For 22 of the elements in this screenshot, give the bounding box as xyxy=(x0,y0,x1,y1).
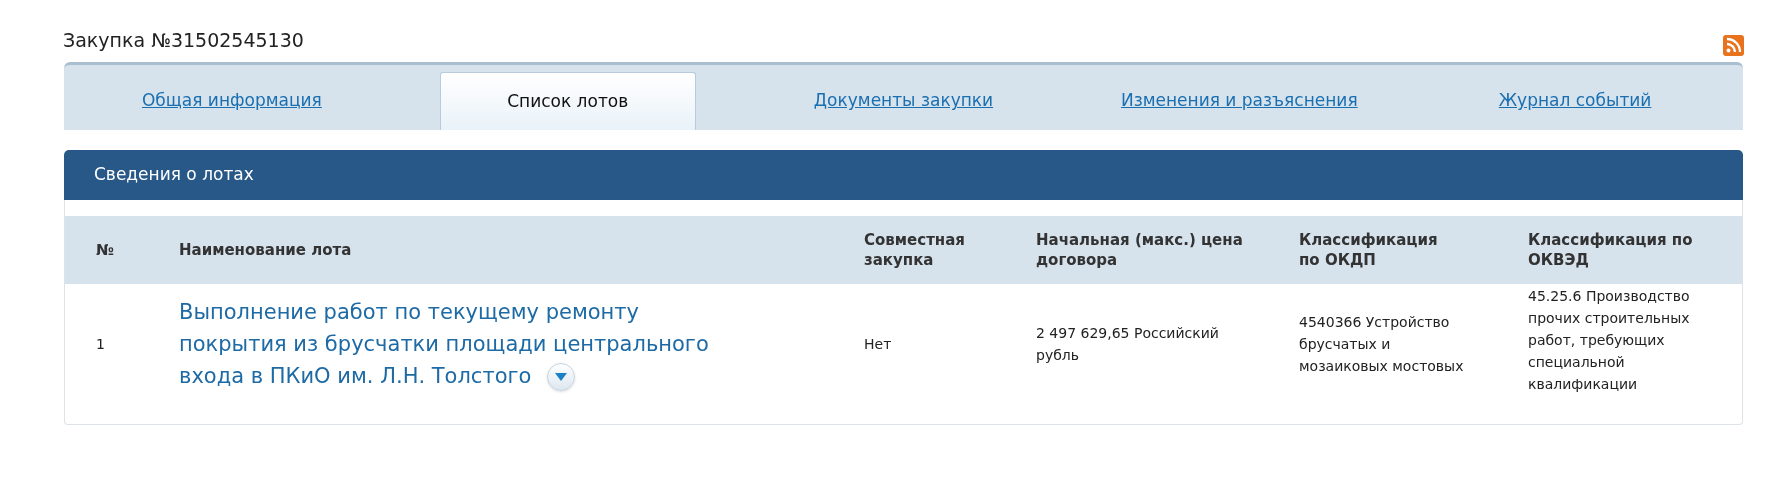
section-title: Сведения о лотах xyxy=(94,163,254,187)
column-header: Классификация по ОКДП xyxy=(1299,230,1439,270)
table-cell: 1 xyxy=(96,336,105,352)
expand-button[interactable] xyxy=(547,363,576,391)
column-header: Совместная закупка xyxy=(864,230,966,270)
tab[interactable]: Изменения и разъяснения xyxy=(1112,72,1366,130)
tab[interactable]: Журнал событий xyxy=(1490,72,1660,130)
tab[interactable]: Список лотов xyxy=(439,72,696,130)
lot-name-link[interactable]: Выполнение работ по текущему ремонту покрытия из брусчатки площади центрального входа в ПКиО им. Л.Н. Толстого xyxy=(179,296,709,392)
table-cell-text: 45.25.6 Производство прочих строительных работ, требующих специальной квалификации xyxy=(1528,287,1691,394)
page-title: Закупка №31502545130 xyxy=(63,27,304,53)
column-header: Классификация по ОКВЭД xyxy=(1528,230,1694,270)
tab[interactable]: Общая информация xyxy=(133,72,330,130)
caret-icon xyxy=(555,373,568,381)
table-cell: Нет xyxy=(864,336,892,352)
column-header: № xyxy=(96,240,116,260)
tab[interactable]: Документы закупки xyxy=(805,72,1002,130)
table-cell-text: 2 497 629,65 Российский рубль xyxy=(1036,324,1220,365)
rss-icon[interactable] xyxy=(1723,34,1744,56)
table-cell-text: 4540366 Устройство брусчатых и мозаиковых мостовых xyxy=(1299,313,1465,376)
column-header: Начальная (макс.) цена договора xyxy=(1036,230,1244,270)
column-header: Наименование лота xyxy=(179,240,353,260)
